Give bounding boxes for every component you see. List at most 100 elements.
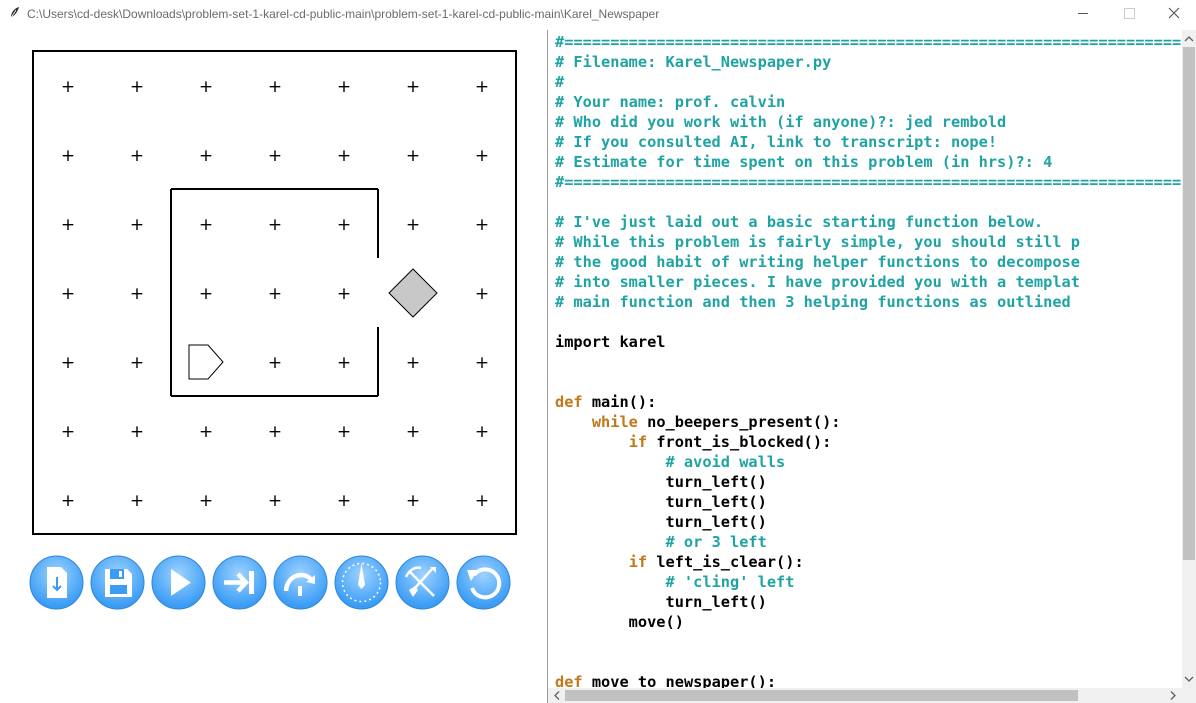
code-line[interactable]: # While this problem is fairly simple, y…: [555, 232, 1182, 252]
scroll-right-icon[interactable]: [1166, 688, 1180, 703]
code-token-keyword: if: [628, 433, 648, 451]
minimize-button[interactable]: [1060, 0, 1106, 28]
play-icon: [151, 555, 206, 610]
code-line[interactable]: while no_beepers_present():: [555, 412, 1182, 432]
corner-marker: +: [199, 146, 213, 166]
title-bar: C:\Users\cd-desk\Downloads\problem-set-1…: [0, 0, 1196, 30]
feather-icon: [8, 7, 19, 22]
code-line[interactable]: def move_to_newspaper():: [555, 672, 1182, 688]
corner-marker: +: [475, 353, 489, 373]
scroll-left-icon[interactable]: [550, 688, 564, 703]
code-line[interactable]: # Filename: Karel_Newspaper.py: [555, 52, 1182, 72]
code-line[interactable]: # Estimate for time spent on this proble…: [555, 152, 1182, 172]
code-line[interactable]: # main function and then 3 helping funct…: [555, 292, 1182, 312]
corner-marker: +: [406, 146, 420, 166]
load-button[interactable]: [29, 555, 84, 610]
code-token-comment: # If you consulted AI, link to transcrip…: [555, 133, 998, 151]
corner-marker: +: [61, 77, 75, 97]
corner-marker: +: [268, 284, 282, 304]
close-button[interactable]: [1150, 0, 1196, 28]
code-editor[interactable]: #=======================================…: [548, 30, 1182, 688]
code-line[interactable]: turn_left(): [555, 512, 1182, 532]
corner-marker: +: [475, 215, 489, 235]
code-line[interactable]: turn_left(): [555, 492, 1182, 512]
close-icon: [1168, 7, 1180, 19]
vertical-scrollbar[interactable]: [1182, 30, 1196, 688]
run-button[interactable]: [151, 555, 206, 610]
code-line[interactable]: [555, 192, 1182, 212]
corner-marker: +: [475, 77, 489, 97]
reset-icon: [456, 555, 511, 610]
code-line[interactable]: #: [555, 72, 1182, 92]
code-line[interactable]: [555, 652, 1182, 672]
code-token-plain: import karel: [555, 333, 666, 351]
maximize-button[interactable]: [1106, 0, 1152, 28]
horizontal-scrollbar[interactable]: [548, 688, 1182, 703]
step-over-icon: [273, 555, 328, 610]
tools-button[interactable]: [395, 555, 450, 610]
code-line[interactable]: if left_is_clear():: [555, 552, 1182, 572]
code-token-plain: move_to_newspaper():: [582, 673, 777, 688]
scroll-down-icon[interactable]: [1182, 672, 1196, 686]
code-token-comment: # into smaller pieces. I have provided y…: [555, 273, 1080, 291]
code-line[interactable]: [555, 372, 1182, 392]
corner-marker: +: [337, 422, 351, 442]
window-title: C:\Users\cd-desk\Downloads\problem-set-1…: [27, 7, 660, 21]
scrollbar-corner: [1182, 688, 1196, 703]
code-line[interactable]: import karel: [555, 332, 1182, 352]
corner-marker: +: [199, 77, 213, 97]
step-button[interactable]: [212, 555, 267, 610]
code-line[interactable]: turn_left(): [555, 472, 1182, 492]
code-line[interactable]: # I've just laid out a basic starting fu…: [555, 212, 1182, 232]
code-line[interactable]: #=======================================…: [555, 172, 1182, 192]
code-line[interactable]: # avoid walls: [555, 452, 1182, 472]
step-over-button[interactable]: [273, 555, 328, 610]
code-line[interactable]: # or 3 left: [555, 532, 1182, 552]
code-token-plain: front_is_blocked():: [647, 433, 832, 451]
code-line[interactable]: move(): [555, 612, 1182, 632]
load-file-icon: [29, 555, 84, 610]
corner-marker: +: [130, 77, 144, 97]
code-line[interactable]: if front_is_blocked():: [555, 432, 1182, 452]
vertical-scroll-thumb[interactable]: [1183, 47, 1195, 560]
code-token-comment: # Your name: prof. calvin: [555, 93, 786, 111]
code-token-comment: # Filename: Karel_Newspaper.py: [555, 53, 832, 71]
save-button[interactable]: [90, 555, 145, 610]
code-line[interactable]: # Your name: prof. calvin: [555, 92, 1182, 112]
code-line[interactable]: # If you consulted AI, link to transcrip…: [555, 132, 1182, 152]
code-token-plain: move(): [555, 613, 684, 631]
corner-marker: +: [268, 491, 282, 511]
code-line[interactable]: # Who did you work with (if anyone)?: je…: [555, 112, 1182, 132]
reset-button[interactable]: [456, 555, 511, 610]
corner-marker: +: [337, 353, 351, 373]
code-token-keyword: def: [555, 393, 583, 411]
code-token-plain: turn_left(): [555, 493, 767, 511]
code-line[interactable]: turn_left(): [555, 592, 1182, 612]
code-token-comment: # avoid walls: [665, 453, 786, 471]
horizontal-scroll-thumb[interactable]: [565, 690, 1078, 701]
corner-marker: +: [61, 146, 75, 166]
code-line[interactable]: # 'cling' left: [555, 572, 1182, 592]
corner-marker: +: [406, 422, 420, 442]
code-line[interactable]: def main():: [555, 392, 1182, 412]
speed-button[interactable]: [334, 555, 389, 610]
code-token-comment: # 'cling' left: [665, 573, 795, 591]
corner-marker: +: [268, 353, 282, 373]
code-line[interactable]: [555, 312, 1182, 332]
code-text[interactable]: #=======================================…: [555, 32, 1182, 688]
karel-world: + + + + + + + + + + + + + + + + + + + + + + + + + + + + + + + + + + + + + + + +…: [32, 50, 517, 535]
code-token-comment: # main function and then 3 helping funct…: [555, 293, 1071, 311]
code-line[interactable]: # into smaller pieces. I have provided y…: [555, 272, 1182, 292]
corner-marker: +: [337, 215, 351, 235]
scroll-up-icon[interactable]: [1182, 32, 1196, 46]
code-line[interactable]: #=======================================…: [555, 32, 1182, 52]
corner-marker: +: [61, 215, 75, 235]
code-line[interactable]: [555, 352, 1182, 372]
corner-marker: +: [268, 215, 282, 235]
corner-marker: +: [199, 491, 213, 511]
corner-marker: +: [406, 353, 420, 373]
step-into-icon: [212, 555, 267, 610]
corner-marker: +: [337, 77, 351, 97]
code-line[interactable]: [555, 632, 1182, 652]
code-line[interactable]: # the good habit of writing helper funct…: [555, 252, 1182, 272]
